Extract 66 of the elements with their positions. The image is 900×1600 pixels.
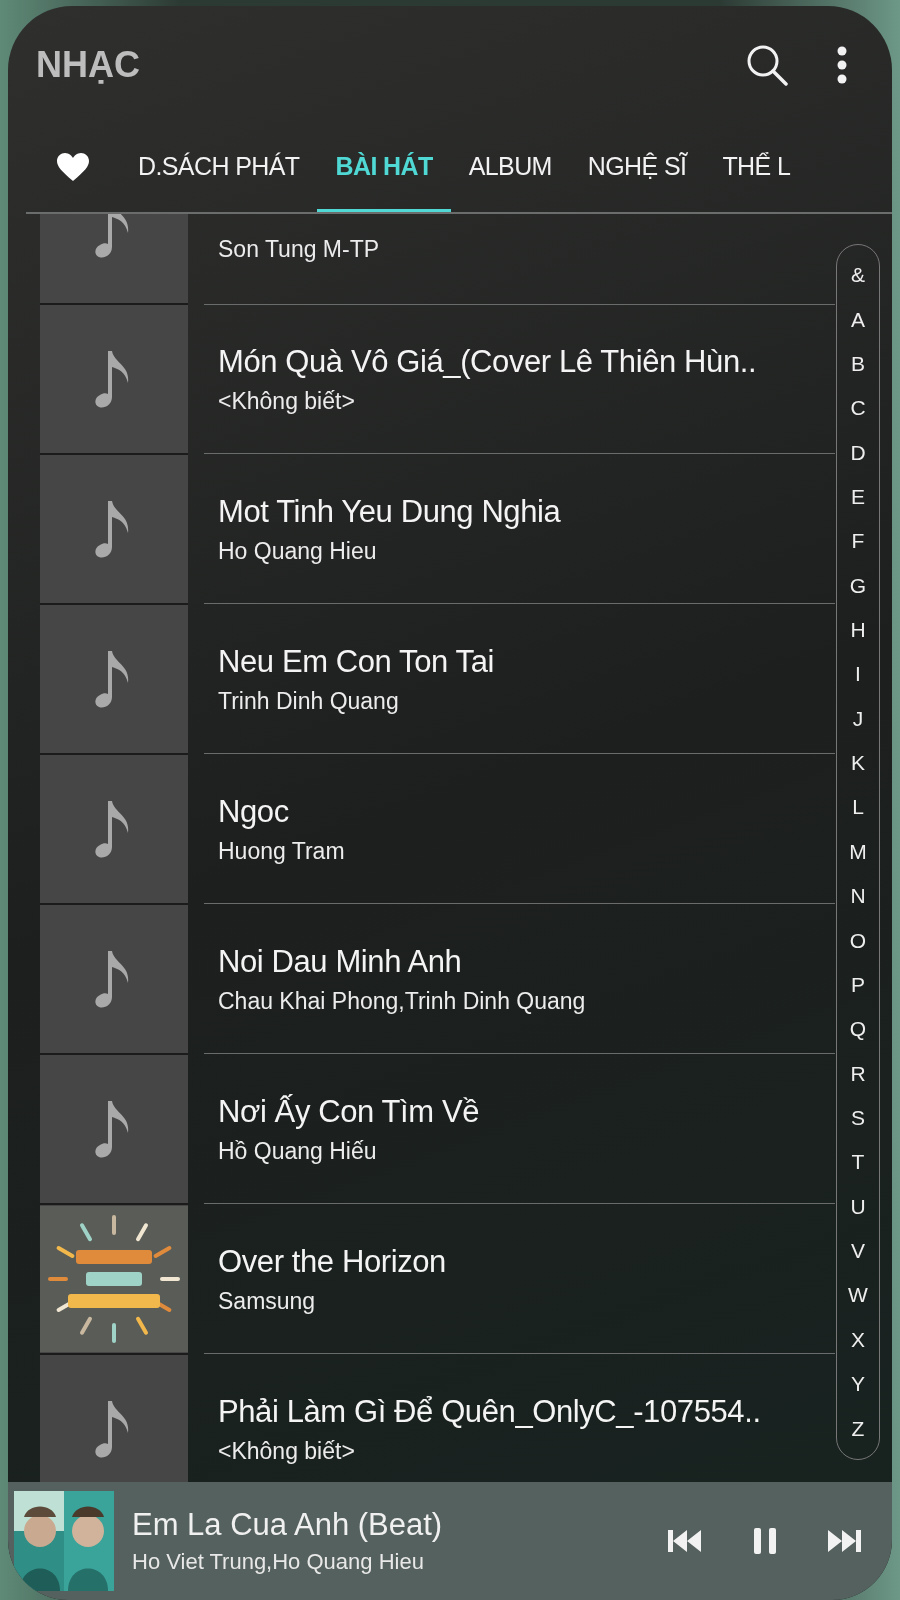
search-icon — [746, 44, 788, 86]
now-playing-artist: Ho Viet Trung,Ho Quang Hieu — [132, 1549, 425, 1575]
index-letter[interactable]: X — [851, 1327, 865, 1352]
index-letter[interactable]: F — [851, 529, 865, 554]
index-letter[interactable]: Q — [849, 1017, 867, 1042]
index-letter[interactable]: S — [851, 1106, 865, 1130]
index-letter[interactable]: E — [851, 484, 865, 509]
tab[interactable]: NGHỆ SĨ — [569, 124, 705, 212]
index-letter[interactable]: Y — [851, 1372, 865, 1397]
index-letter[interactable]: O — [849, 928, 867, 953]
song-item[interactable]: Over the Horizon Samsung — [204, 1205, 835, 1354]
index-letter[interactable]: K — [851, 751, 865, 776]
song-artist: Chau Khai Phong,Trinh Dinh Quang — [218, 987, 587, 1015]
index-letter[interactable]: & — [851, 263, 865, 288]
index-letter[interactable]: I — [855, 662, 861, 687]
index-letter[interactable]: W — [848, 1283, 868, 1308]
index-letter[interactable]: R — [850, 1061, 866, 1086]
song-title: Noi Dau Minh Anh — [218, 943, 463, 980]
index-letter[interactable]: H — [850, 618, 866, 643]
song-title: Neu Em Con Ton Tai — [218, 643, 495, 680]
song-item[interactable]: Ngoc Huong Tram — [204, 755, 835, 904]
index-letter[interactable]: L — [852, 795, 864, 820]
song-artist: Samsung — [218, 1287, 317, 1315]
song-artist: <Không biết> — [218, 1437, 356, 1465]
previous-icon — [668, 1529, 702, 1553]
index-letter[interactable]: M — [849, 839, 867, 864]
index-letter[interactable]: J — [852, 706, 864, 731]
tab[interactable]: BÀI HÁT — [317, 124, 451, 212]
song-artist: Huong Tram — [218, 837, 346, 865]
more-icon — [836, 46, 848, 84]
now-playing-title: Em La Cua Anh (Beat) — [132, 1507, 444, 1543]
index-letter[interactable]: N — [850, 884, 866, 909]
index-letter[interactable]: V — [851, 1239, 865, 1264]
song-title: Nơi Ấy Con Tìm Về — [218, 1093, 481, 1130]
index-letter[interactable]: A — [851, 307, 865, 332]
song-item[interactable]: Son Tung M-TP — [204, 214, 835, 305]
app-title: NHẠC — [36, 44, 141, 86]
song-title: Ngoc — [218, 793, 290, 830]
index-letter[interactable]: T — [851, 1150, 865, 1175]
song-item[interactable]: Noi Dau Minh Anh Chau Khai Phong,Trinh Dinh Quang — [204, 905, 835, 1054]
song-artist: Hồ Quang Hiếu — [218, 1137, 378, 1165]
song-item[interactable]: Món Quà Vô Giá_(Cover Lê Thiên Hùn.. <Không biết> — [204, 305, 835, 454]
pause-icon — [754, 1528, 776, 1554]
song-title: Over the Horizon — [218, 1243, 447, 1280]
song-item[interactable]: Neu Em Con Ton Tai Trinh Dinh Quang — [204, 605, 835, 754]
song-artist: Ho Quang Hieu — [218, 537, 378, 565]
tab[interactable]: D.SÁCH PHÁT — [120, 124, 318, 212]
heart-icon — [56, 151, 90, 182]
index-letter[interactable]: C — [850, 396, 866, 421]
song-title: Món Quà Vô Giá_(Cover Lê Thiên Hùn.. — [218, 343, 758, 380]
song-title: Mot Tinh Yeu Dung Nghia — [218, 493, 562, 530]
index-letter[interactable]: Z — [851, 1416, 865, 1441]
tab[interactable]: THỂ L — [704, 124, 809, 212]
song-artist: Trinh Dinh Quang — [218, 687, 400, 715]
next-icon — [828, 1529, 862, 1553]
song-item[interactable]: Mot Tinh Yeu Dung Nghia Ho Quang Hieu — [204, 455, 835, 604]
index-letter[interactable]: B — [851, 351, 865, 376]
tab[interactable]: ALBUM — [450, 124, 570, 212]
index-letter[interactable]: P — [851, 972, 865, 997]
index-letter[interactable]: U — [850, 1194, 866, 1219]
song-artist: Son Tung M-TP — [218, 236, 381, 263]
song-title: Phải Làm Gì Để Quên_OnlyC_-107554.. — [218, 1393, 762, 1430]
song-artist: <Không biết> — [218, 387, 356, 415]
song-item[interactable]: Nơi Ấy Con Tìm Về Hồ Quang Hiếu — [204, 1055, 835, 1204]
index-letter[interactable]: G — [849, 573, 867, 598]
index-letter[interactable]: D — [850, 440, 866, 465]
